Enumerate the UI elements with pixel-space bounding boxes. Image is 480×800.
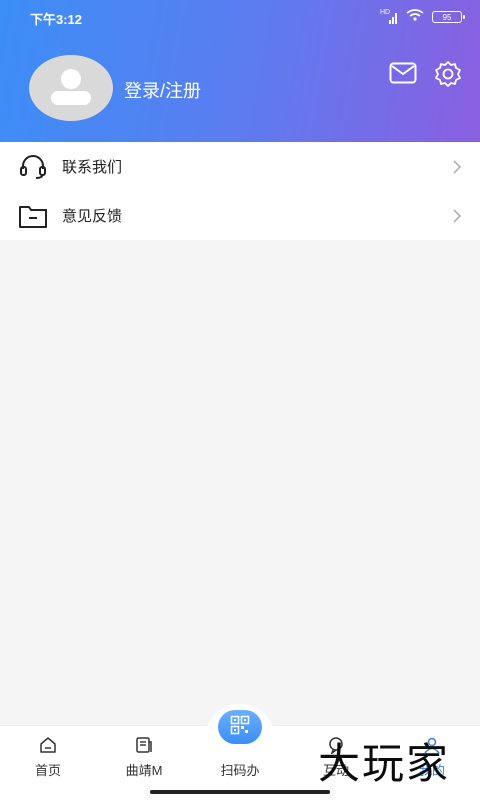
menu-item-feedback[interactable]: 意见反馈 xyxy=(0,191,480,240)
status-time: 下午3:12 xyxy=(30,12,83,27)
home-icon xyxy=(39,736,57,754)
avatar[interactable] xyxy=(29,55,113,121)
status-bar: 下午3:12 HD 95 xyxy=(0,0,480,32)
tab-label-scan: 扫码办 xyxy=(220,763,260,778)
wifi-icon xyxy=(406,8,424,26)
interact-icon xyxy=(327,736,345,756)
bottom-tab-bar: 首页 曲靖M 扫码办 互动 我的 xyxy=(0,704,480,800)
mail-icon[interactable] xyxy=(389,62,417,84)
battery-icon: 95 xyxy=(432,11,465,23)
menu-item-label: 意见反馈 xyxy=(62,208,123,225)
headset-icon xyxy=(18,154,48,180)
tab-label: 互动 xyxy=(322,763,349,778)
menu-list: 联系我们 意见反馈 xyxy=(0,142,480,240)
status-icons: HD 95 xyxy=(380,8,465,26)
profile-icon xyxy=(423,736,441,754)
news-icon xyxy=(135,736,153,754)
signal-icon: HD xyxy=(380,9,398,24)
tab-home[interactable]: 首页 xyxy=(13,736,83,779)
tab-qujing-m[interactable]: 曲靖M xyxy=(109,736,179,779)
tab-label: 我的 xyxy=(418,763,445,778)
hd-label: HD xyxy=(380,9,391,16)
gear-icon[interactable] xyxy=(434,60,462,88)
tab-label: 首页 xyxy=(34,763,61,778)
scan-button[interactable] xyxy=(218,710,262,744)
menu-item-contact-us[interactable]: 联系我们 xyxy=(0,142,480,191)
feedback-folder-icon xyxy=(18,203,48,229)
tab-label: 曲靖M xyxy=(125,763,163,778)
chevron-right-icon xyxy=(452,159,462,175)
chevron-right-icon xyxy=(452,208,462,224)
home-indicator[interactable] xyxy=(150,790,330,794)
qr-code-icon xyxy=(230,715,250,740)
tab-interact[interactable]: 互动 xyxy=(301,736,371,779)
profile-header: 下午3:12 HD 95 登录/注册 xyxy=(0,0,480,142)
menu-item-label: 联系我们 xyxy=(62,159,123,176)
tab-profile[interactable]: 我的 xyxy=(397,736,467,779)
login-register-link[interactable]: 登录/注册 xyxy=(124,77,201,103)
